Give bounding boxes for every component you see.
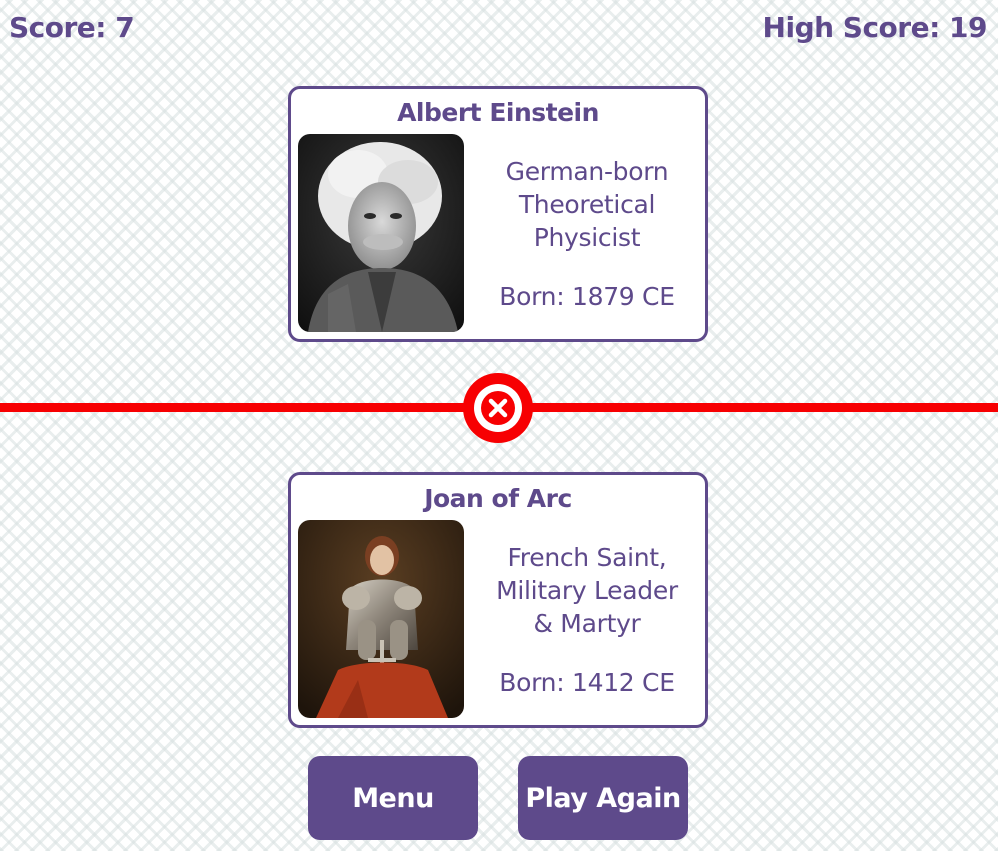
person-card-top: Albert Einstein German-born Theoretical … [288, 86, 708, 342]
person-photo-einstein [298, 134, 464, 332]
menu-button[interactable]: Menu [308, 756, 478, 840]
person-card-bottom: Joan of Arc French Saint, Military Leade… [288, 472, 708, 728]
person-name: Albert Einstein [397, 98, 599, 127]
person-description: French Saint, Military Leader & Martyr [475, 541, 699, 640]
score-display: Score: 7 [9, 11, 135, 44]
description-line: Theoretical [518, 190, 656, 219]
birth-year: Born: 1412 CE [499, 668, 675, 697]
description-line: Physicist [533, 223, 641, 252]
description-line: French Saint, [507, 543, 667, 572]
person-description: German-born Theoretical Physicist [475, 155, 699, 254]
high-score-display: High Score: 19 [762, 11, 988, 44]
description-line: & Martyr [533, 609, 641, 638]
description-line: Military Leader [496, 576, 678, 605]
x-circle-icon [463, 373, 533, 443]
person-name: Joan of Arc [424, 484, 572, 513]
person-photo-joan-of-arc [298, 520, 464, 718]
birth-year: Born: 1879 CE [499, 282, 675, 311]
description-line: German-born [505, 157, 669, 186]
play-again-button[interactable]: Play Again [518, 756, 688, 840]
